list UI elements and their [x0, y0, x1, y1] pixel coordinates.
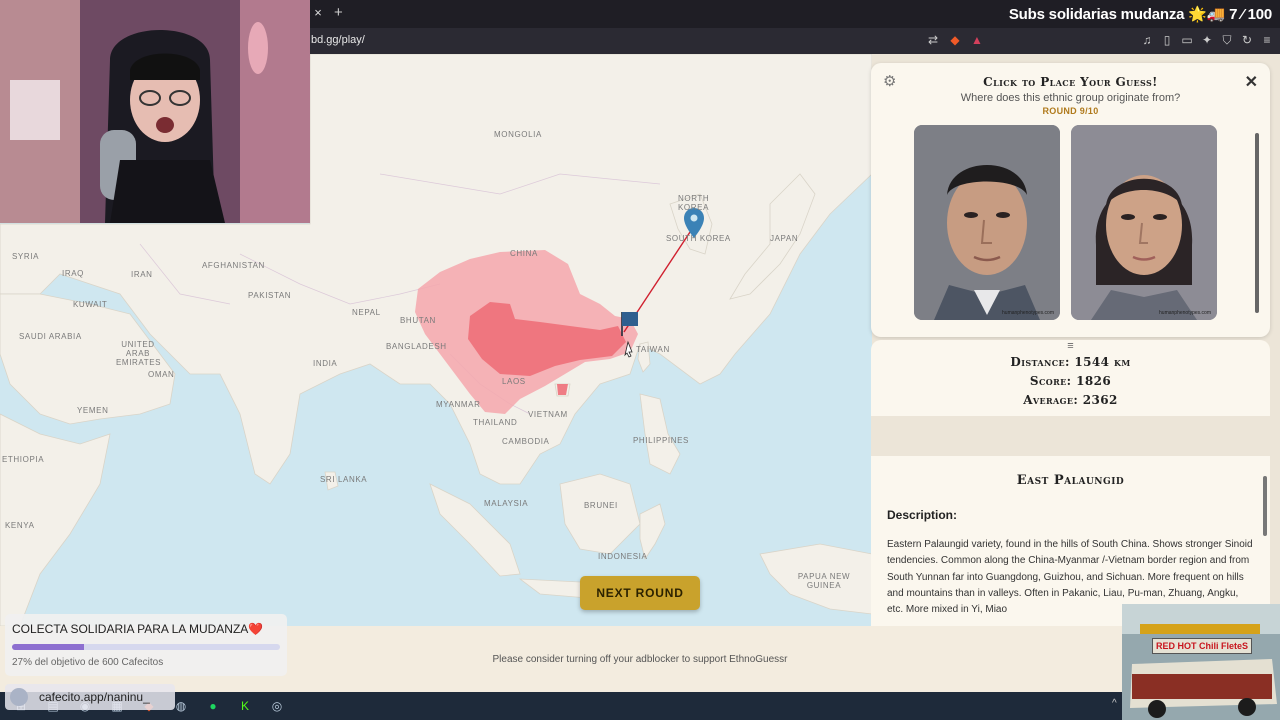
toolbar-icons: ♫ ▯ ▭ ✦ ⛉ ↻ ≡: [1140, 32, 1274, 48]
map-label-yemen: YEMEN: [77, 406, 109, 415]
vpn-icon[interactable]: ⛉: [1220, 32, 1234, 48]
map-label-kuwait: KUWAIT: [73, 300, 108, 309]
map-label-indonesia: INDONESIA: [598, 552, 648, 561]
image-watermark: humanphenotypes.com: [1159, 310, 1211, 316]
panel-divider: [871, 416, 1270, 456]
philippines-landmass: [639, 393, 681, 475]
truck-gif: RED HOT Chili FleteS: [1122, 604, 1280, 720]
map-label-oman: OMAN: [148, 370, 175, 379]
donation-subtitle: 27% del objetivo de 600 Cafecitos: [12, 657, 164, 668]
map-label-myanmar: MYANMAR: [436, 400, 481, 409]
sumatra-landmass: [429, 483, 521, 577]
new-tab-button[interactable]: +: [334, 4, 343, 22]
map-label-bhutan: BHUTAN: [400, 316, 436, 325]
stream-overlay-title: Subs solidarias mudanza 🌟🚚 7 ⁄ 100: [1008, 6, 1272, 23]
female-phenotype-image: humanphenotypes.com: [1071, 125, 1217, 320]
map-label-nepal: NEPAL: [352, 308, 381, 317]
map-label-brunei: BRUNEI: [584, 501, 618, 510]
map-label-china: CHINA: [510, 249, 538, 258]
map-label-pakistan: PAKISTAN: [248, 291, 292, 300]
map-label-saudi-arabia: SAUDI ARABIA: [19, 332, 82, 341]
description-panel: East Palaungid Description: Eastern Pala…: [871, 458, 1270, 626]
description-scrollbar[interactable]: [1263, 476, 1267, 536]
next-round-button[interactable]: NEXT ROUND: [580, 576, 700, 610]
tab-close-icon[interactable]: ×: [310, 5, 326, 21]
tray-caret-icon[interactable]: ^: [1112, 698, 1117, 709]
map-label-malaysia: MALAYSIA: [484, 499, 529, 508]
translate-icon[interactable]: ⇄: [926, 32, 940, 48]
africa-landmass: [0, 413, 111, 626]
spotify-icon[interactable]: ●: [204, 698, 222, 714]
sync-icon[interactable]: ↻: [1240, 32, 1254, 48]
map-label-ethiopia: ETHIOPIA: [2, 455, 45, 464]
map-label-iraq: IRAQ: [62, 269, 84, 278]
map-label-bangladesh: BANGLADESH: [386, 342, 447, 351]
os-taskbar: ⊞ ▤ ◉ ▦ ◆ ◍ ● K ◎ ^: [0, 692, 1280, 720]
card-scrollbar[interactable]: [1255, 133, 1259, 313]
guess-card: ⚙ ✕ Click to Place Your Guess! Where doe…: [871, 63, 1270, 337]
distance-stat: Distance: 1544 km: [1010, 355, 1131, 369]
average-stat: Average: 2362: [1023, 393, 1118, 407]
image-watermark: humanphenotypes.com: [1002, 310, 1054, 316]
rewards-icon[interactable]: ▲: [970, 32, 984, 48]
obs-icon[interactable]: ◎: [268, 698, 286, 714]
coffee-icon: [10, 688, 28, 706]
address-bar-icons: ⇄ ◆ ▲: [926, 32, 984, 48]
map-label-iran: IRAN: [131, 270, 153, 279]
map-label-laos: LAOS: [502, 377, 526, 386]
guess-card-subtitle: Where does this ethnic group originate f…: [960, 92, 1181, 104]
round-counter: ROUND 9/10: [1042, 106, 1099, 116]
map-label-syria: SYRIA: [12, 252, 40, 261]
borneo-landmass: [559, 473, 641, 555]
truck-sign-text: RED HOT Chili FleteS: [1152, 638, 1252, 654]
map-label-north-korea: NORTH KOREA: [678, 194, 710, 212]
map-label-vietnam: VIETNAM: [528, 410, 568, 419]
map-label-india: INDIA: [313, 359, 338, 368]
map-label-mongolia: MONGOLIA: [494, 130, 542, 139]
url-field[interactable]: bd.gg/play/: [311, 34, 365, 46]
donation-link-chip: cafecito.app/naninu_: [5, 684, 175, 710]
guess-card-title: Click to Place Your Guess!: [983, 75, 1158, 89]
map-label-cambodia: CAMBODIA: [502, 437, 550, 446]
brave-shield-icon[interactable]: ◆: [948, 32, 962, 48]
media-icon[interactable]: ♫: [1140, 32, 1154, 48]
map-label-sri-lanka: SRI LANKA: [320, 475, 368, 484]
sulawesi-landmass: [639, 503, 666, 560]
leo-icon[interactable]: ✦: [1200, 32, 1214, 48]
map-label-kenya: KENYA: [5, 521, 35, 530]
score-stat: Score: 1826: [1029, 374, 1112, 388]
map-label-south-korea: SOUTH KOREA: [666, 234, 731, 243]
male-phenotype-image: humanphenotypes.com: [914, 125, 1060, 320]
sidebar-icon[interactable]: ▯: [1160, 32, 1174, 48]
donation-progress-fill: [12, 644, 85, 650]
map-label-papua-new-guinea: PAPUA NEW GUINEA: [797, 572, 851, 590]
map-label-afghanistan: AFGHANISTAN: [202, 261, 265, 270]
map-label-uae: UNITED ARAB EMIRATES: [116, 340, 162, 367]
wallet-icon[interactable]: ▭: [1180, 32, 1194, 48]
kick-icon[interactable]: K: [236, 698, 254, 714]
map-label-philippines: PHILIPPINES: [633, 436, 689, 445]
menu-icon[interactable]: ≡: [1260, 32, 1274, 48]
map-label-taiwan: TAIWAN: [636, 345, 670, 354]
donation-link[interactable]: cafecito.app/naninu_: [39, 690, 150, 704]
ethnic-group-name: East Palaungid: [1016, 473, 1125, 488]
donation-title: COLECTA SOLIDARIA PARA LA MUDANZA❤️: [12, 622, 264, 636]
donation-widget: COLECTA SOLIDARIA PARA LA MUDANZA❤️ 27% …: [5, 614, 287, 676]
drag-handle-icon[interactable]: ≡: [871, 340, 1270, 352]
webcam-overlay: [0, 0, 310, 223]
map-label-thailand: THAILAND: [473, 418, 518, 427]
map-label-japan: JAPAN: [770, 234, 799, 243]
description-heading: Description:: [887, 508, 958, 522]
donation-progress-bar: [12, 644, 280, 650]
